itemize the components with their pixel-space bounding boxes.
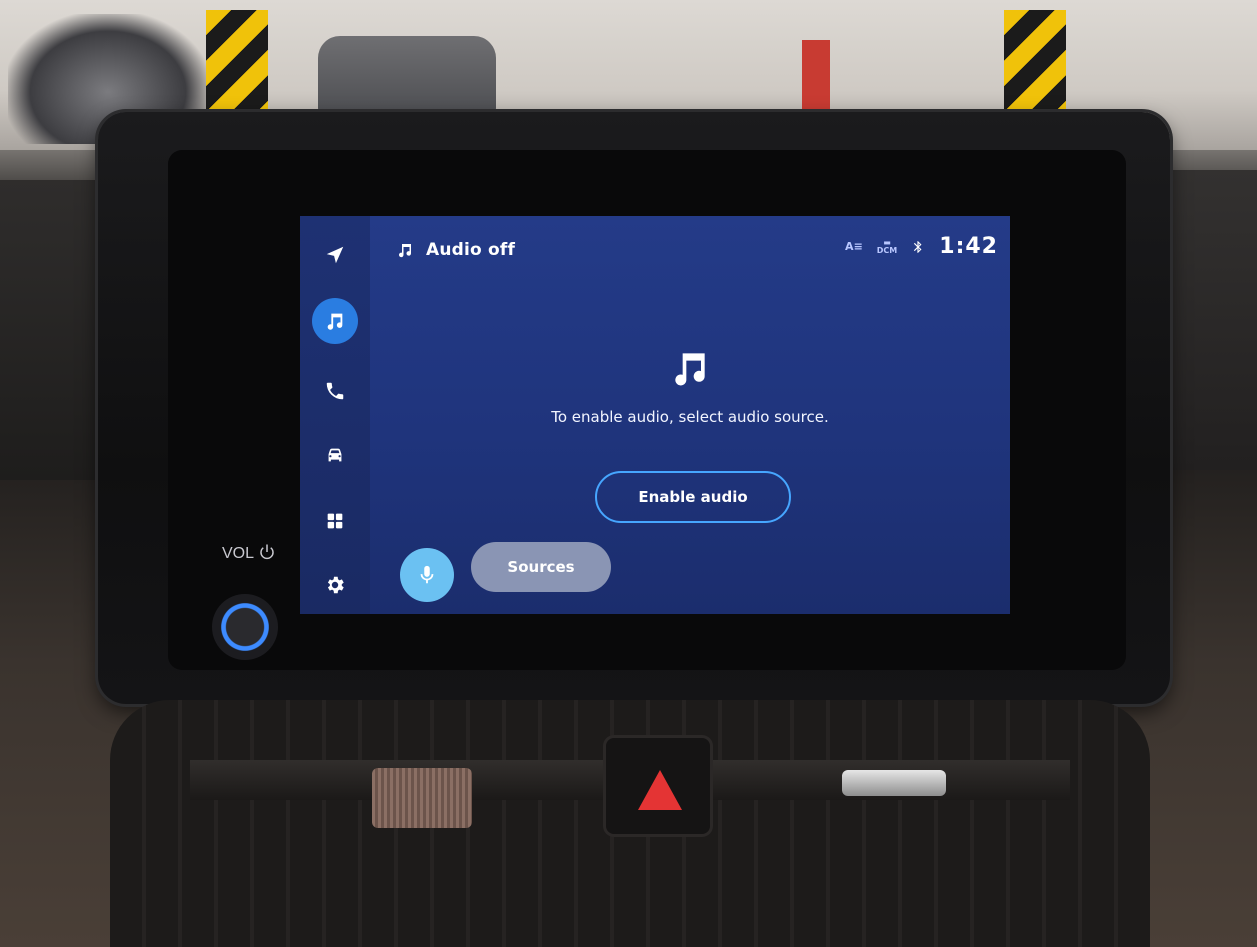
page-title: Audio off [426, 240, 516, 260]
vol-power-label: VOL [222, 543, 276, 563]
infotainment-screen: Audio off A≡ ▬ DCM 1:42 To enable audio, … [300, 216, 1010, 614]
parked-car-center [318, 36, 496, 116]
rail-item-settings[interactable] [312, 562, 358, 608]
microphone-icon [420, 565, 434, 584]
bluetooth-icon [914, 240, 922, 253]
side-rail [300, 216, 370, 614]
power-icon [260, 544, 274, 560]
rail-item-phone[interactable] [312, 368, 358, 414]
rail-item-audio[interactable] [312, 298, 358, 344]
rail-item-apps[interactable] [312, 498, 358, 544]
hazard-stripe-pillar-left [206, 10, 268, 122]
language-icon: A≡ [845, 240, 863, 253]
navigation-arrow-icon [326, 246, 344, 264]
status-bar: A≡ ▬ DCM 1:42 [845, 234, 998, 259]
music-note-icon [668, 346, 712, 390]
vent-knob-left[interactable] [372, 768, 472, 828]
hazard-triangle-icon [638, 770, 682, 810]
phone-icon [326, 382, 344, 400]
enable-audio-button[interactable]: Enable audio [595, 471, 791, 523]
rail-item-vehicle[interactable] [312, 432, 358, 478]
dcm-icon: ▬ DCM [876, 237, 898, 255]
voice-button[interactable] [400, 548, 454, 602]
volume-knob[interactable] [212, 594, 278, 660]
music-note-icon [399, 244, 412, 258]
top-bar: Audio off [396, 236, 515, 264]
sources-button[interactable]: Sources [471, 542, 611, 592]
vent-knob-right[interactable] [842, 770, 946, 796]
music-note-icon [327, 313, 343, 330]
hazard-stripe-pillar-right [1004, 10, 1066, 122]
audio-message: To enable audio, select audio source. [551, 408, 829, 426]
audio-off-panel: To enable audio, select audio source. [370, 346, 1010, 426]
car-icon [328, 448, 342, 462]
rail-item-navigation[interactable] [312, 232, 358, 278]
gear-icon [327, 576, 344, 594]
apps-grid-icon [327, 513, 343, 529]
clock: 1:42 [939, 234, 998, 259]
